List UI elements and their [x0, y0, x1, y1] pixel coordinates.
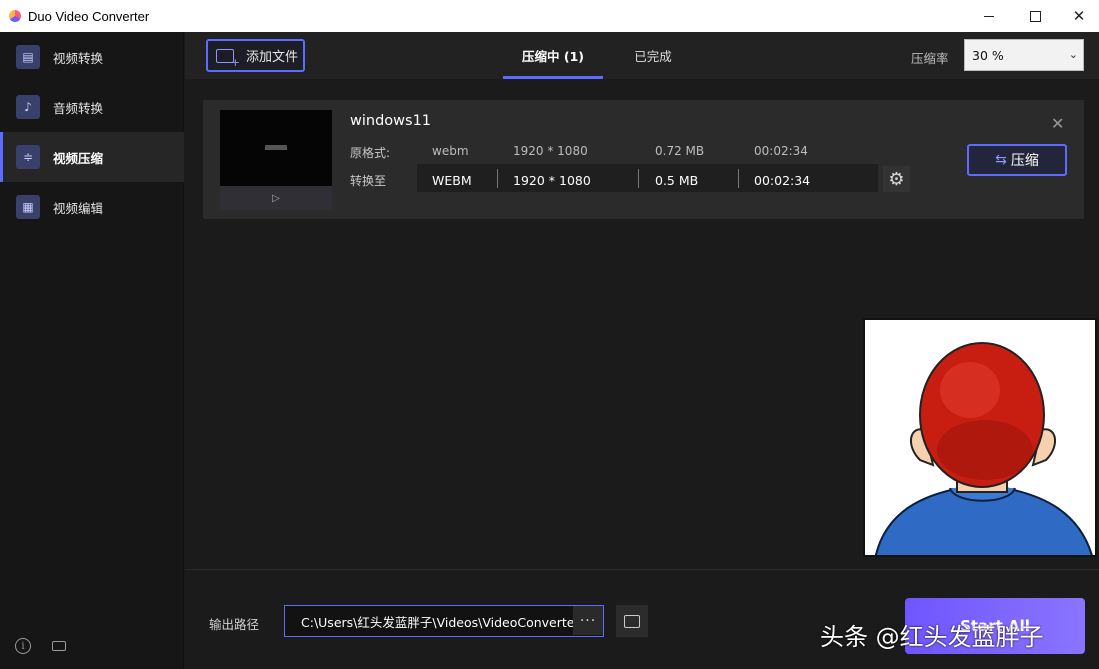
window-title: Duo Video Converter — [28, 8, 150, 24]
file-name: windows11 — [350, 113, 432, 129]
add-file-button[interactable]: 添加文件 — [206, 39, 305, 72]
minimize-icon — [984, 15, 994, 17]
feedback-icon[interactable] — [51, 638, 67, 654]
sidebar-item-video-edit[interactable]: ▦ 视频编辑 — [0, 182, 184, 232]
file-card: ▷ windows11 原格式: webm 1920 * 1080 0.72 M… — [203, 100, 1084, 219]
app-logo-icon — [9, 10, 21, 22]
target-duration[interactable]: 00:02:34 — [754, 173, 810, 188]
output-path-label: 输出路径 — [209, 617, 260, 632]
minimize-button[interactable] — [966, 0, 1012, 32]
original-size: 0.72 MB — [655, 144, 705, 158]
red-hair-avatar-illustration — [865, 320, 1095, 555]
compression-rate-select[interactable]: 30 % ⌄ — [964, 39, 1084, 71]
maximize-button[interactable] — [1012, 0, 1058, 32]
compress-button[interactable]: ⇆ 压缩 — [967, 144, 1067, 176]
video-convert-icon: ▤ — [16, 45, 40, 69]
sidebar-item-label: 视频压缩 — [53, 150, 104, 166]
tab-completed[interactable]: 已完成 — [613, 32, 693, 79]
close-icon: ✕ — [1072, 7, 1086, 25]
info-icon[interactable]: i — [15, 638, 31, 654]
original-format: webm — [432, 144, 469, 158]
compression-rate-label: 压缩率 — [911, 51, 949, 66]
compress-button-label: 压缩 — [1010, 153, 1039, 169]
close-window-button[interactable]: ✕ — [1056, 0, 1099, 32]
sidebar: ▤ 视频转换 ♪ 音频转换 ≑ 视频压缩 ▦ 视频编辑 i — [0, 32, 184, 669]
title-bar: Duo Video Converter ✕ — [0, 0, 1099, 32]
video-compress-icon: ≑ — [16, 145, 40, 169]
top-toolbar: 添加文件 压缩中 (1) 已完成 压缩率 30 % ⌄ — [185, 32, 1099, 79]
folder-icon — [624, 614, 640, 628]
swap-icon: ⇆ — [995, 152, 1007, 168]
output-path-value: C:\Users\红头发蓝胖子\Videos\VideoConverter — [301, 614, 580, 630]
original-duration: 00:02:34 — [754, 144, 808, 158]
video-edit-icon: ▦ — [16, 195, 40, 219]
tab-compressing[interactable]: 压缩中 (1) — [503, 32, 603, 79]
sidebar-item-video-convert[interactable]: ▤ 视频转换 — [0, 32, 184, 82]
chevron-down-icon: ⌄ — [1068, 48, 1078, 61]
sidebar-item-video-compress[interactable]: ≑ 视频压缩 — [0, 132, 184, 182]
sidebar-item-audio-convert[interactable]: ♪ 音频转换 — [0, 82, 184, 132]
original-resolution: 1920 * 1080 — [513, 144, 588, 158]
maximize-icon — [1029, 10, 1041, 22]
video-thumbnail[interactable]: ▷ — [220, 110, 332, 210]
target-resolution[interactable]: 1920 * 1080 — [513, 173, 591, 188]
remove-file-icon[interactable]: ✕ — [1051, 114, 1064, 133]
compression-rate-value: 30 % — [972, 47, 1004, 63]
gear-icon[interactable]: ⚙ — [883, 166, 910, 192]
open-folder-button[interactable] — [616, 605, 648, 637]
sidebar-item-label: 视频编辑 — [53, 200, 104, 216]
audio-convert-icon: ♪ — [16, 95, 40, 119]
browse-path-button[interactable]: ··· — [573, 606, 603, 635]
add-folder-icon — [216, 48, 240, 69]
target-size[interactable]: 0.5 MB — [655, 173, 698, 188]
target-format[interactable]: WEBM — [432, 173, 472, 188]
watermark-text: 头条 @红头发蓝胖子 — [820, 623, 1044, 651]
sidebar-item-label: 视频转换 — [53, 50, 104, 66]
original-format-label: 原格式: — [350, 146, 391, 160]
sidebar-item-label: 音频转换 — [53, 100, 104, 116]
output-path-field[interactable]: C:\Users\红头发蓝胖子\Videos\VideoConverter ··… — [284, 605, 604, 637]
avatar-picture — [863, 318, 1097, 557]
play-icon[interactable]: ▷ — [220, 186, 332, 210]
convert-to-label: 转换至 — [350, 174, 387, 188]
add-file-label: 添加文件 — [246, 50, 299, 65]
